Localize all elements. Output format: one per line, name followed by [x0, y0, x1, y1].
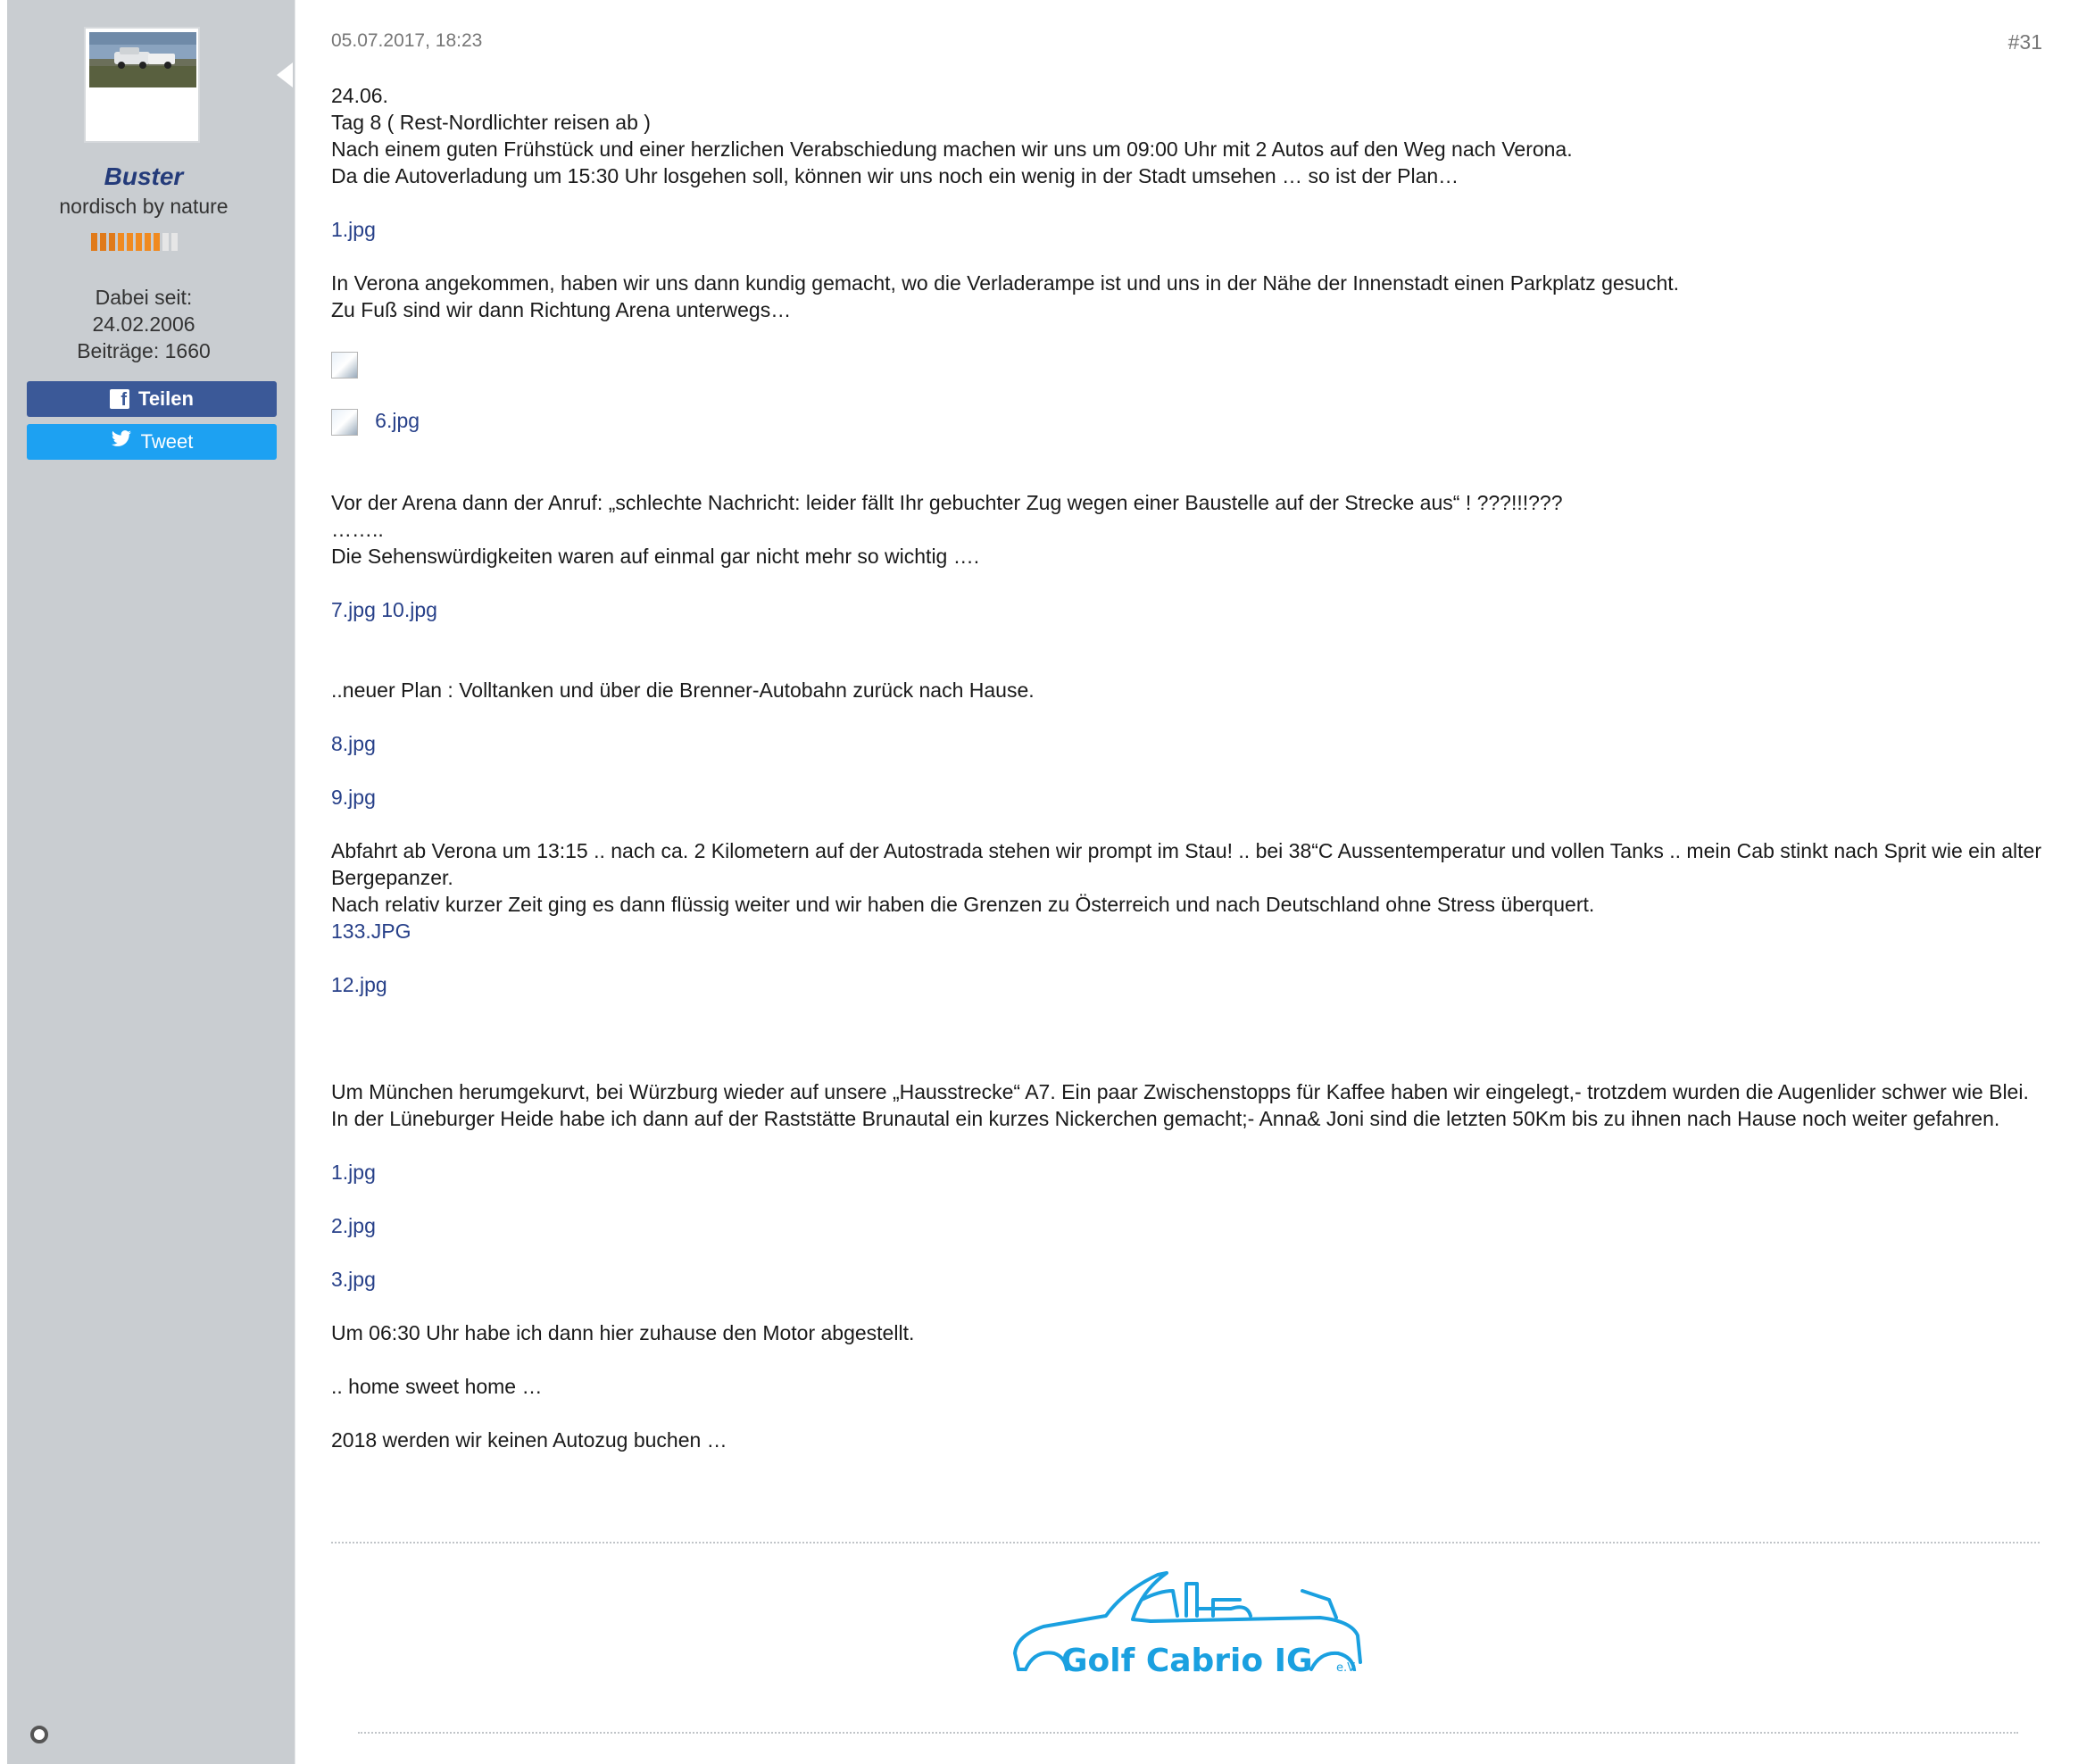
facebook-share-label: Teilen — [138, 387, 194, 410]
message-line: .. home sweet home … — [331, 1374, 543, 1398]
message-line: Nach einem guten Frühstück und einer her… — [331, 137, 1573, 161]
attachment-link[interactable]: 12.jpg — [331, 973, 387, 996]
message-line: In Verona angekommen, haben wir uns dann… — [331, 271, 1680, 295]
post-content: 05.07.2017, 18:23 #31 24.06. Tag 8 ( Res… — [295, 0, 2078, 1764]
message-line: Vor der Arena dann der Anruf: „schlechte… — [331, 490, 1563, 514]
rank-segment — [145, 233, 151, 251]
message-line: 24.06. — [331, 84, 388, 107]
message-line: Tag 8 ( Rest-Nordlichter reisen ab ) — [331, 111, 651, 134]
signature-logo-text: Golf Cabrio IG — [1061, 1643, 1313, 1679]
user-sidebar: Buster nordisch by nature Dabei seit: 24… — [7, 0, 295, 1764]
signature-logo-suffix: e.V. — [1336, 1661, 1357, 1675]
message-line: Da die Autoverladung um 15:30 Uhr losgeh… — [331, 164, 1459, 187]
user-rank-bar — [91, 233, 178, 251]
user-title: nordisch by nature — [59, 195, 229, 218]
message-line: Um 06:30 Uhr habe ich dann hier zuhause … — [331, 1320, 915, 1344]
broken-image-icon[interactable] — [331, 408, 358, 436]
attachment-link[interactable]: 10.jpg — [381, 598, 437, 621]
post-pointer — [277, 62, 293, 87]
rank-segment — [127, 233, 133, 251]
message-line: 2018 werden wir keinen Autozug buchen … — [331, 1427, 727, 1452]
attachment-link[interactable]: 2.jpg — [331, 1214, 376, 1237]
twitter-icon — [111, 430, 132, 453]
attachment-link[interactable]: 3.jpg — [331, 1268, 376, 1291]
rank-segment — [91, 233, 97, 251]
message-line: Nach relativ kurzer Zeit ging es dann fl… — [331, 892, 1595, 916]
rank-segment — [171, 233, 178, 251]
attachment-link[interactable]: 7.jpg — [331, 598, 376, 621]
signature-logo: Golf Cabrio IG e.V. — [1008, 1564, 1383, 1680]
message-body: 24.06. Tag 8 ( Rest-Nordlichter reisen a… — [331, 82, 2045, 1453]
user-info: Dabei seit: 24.02.2006 Beiträge: 1660 — [7, 284, 280, 364]
message-line: Um München herumgekurvt, bei Würzburg wi… — [331, 1079, 2029, 1103]
rank-segment — [100, 233, 106, 251]
twitter-share-label: Tweet — [140, 430, 194, 453]
forum-post: Buster nordisch by nature Dabei seit: 24… — [0, 0, 2078, 1764]
attachment-link[interactable]: 1.jpg — [331, 218, 376, 241]
username[interactable]: Buster — [7, 162, 280, 191]
attachment-link[interactable]: 8.jpg — [331, 732, 376, 755]
post-permalink[interactable]: #31 — [2008, 30, 2042, 54]
rank-segment — [136, 233, 142, 251]
member-since-label: Dabei seit: — [95, 286, 193, 309]
signature-divider — [331, 1542, 2040, 1544]
avatar[interactable] — [84, 27, 200, 143]
facebook-share-button[interactable]: f Teilen — [27, 381, 277, 417]
attachment-link[interactable]: 9.jpg — [331, 786, 376, 809]
attachment-link[interactable]: 6.jpg — [375, 409, 420, 432]
message-line: Zu Fuß sind wir dann Richtung Arena unte… — [331, 298, 792, 321]
message-line: In der Lüneburger Heide habe ich dann au… — [331, 1106, 2000, 1130]
message-line: Abfahrt ab Verona um 13:15 .. nach ca. 2… — [331, 838, 2041, 889]
signature-bottom-divider — [358, 1732, 2018, 1734]
member-since-date: 24.02.2006 — [92, 312, 195, 336]
post-date: 05.07.2017, 18:23 — [331, 30, 483, 51]
rank-segment — [118, 233, 124, 251]
rank-segment — [109, 233, 115, 251]
rank-segment — [162, 233, 169, 251]
message-line: ..neuer Plan : Volltanken und über die B… — [331, 678, 1035, 702]
facebook-icon: f — [110, 389, 130, 409]
message-line: …….. — [331, 517, 384, 541]
rank-segment — [154, 233, 160, 251]
message-line: Die Sehenswürdigkeiten waren auf einmal … — [331, 544, 980, 568]
attachment-link[interactable]: 1.jpg — [331, 1161, 376, 1184]
post-count: Beiträge: 1660 — [77, 339, 211, 362]
avatar-image — [89, 32, 196, 87]
twitter-share-button[interactable]: Tweet — [27, 424, 277, 460]
broken-image-icon[interactable] — [331, 351, 358, 379]
offline-status-icon — [30, 1726, 48, 1743]
attachment-link[interactable]: 133.JPG — [331, 919, 411, 943]
